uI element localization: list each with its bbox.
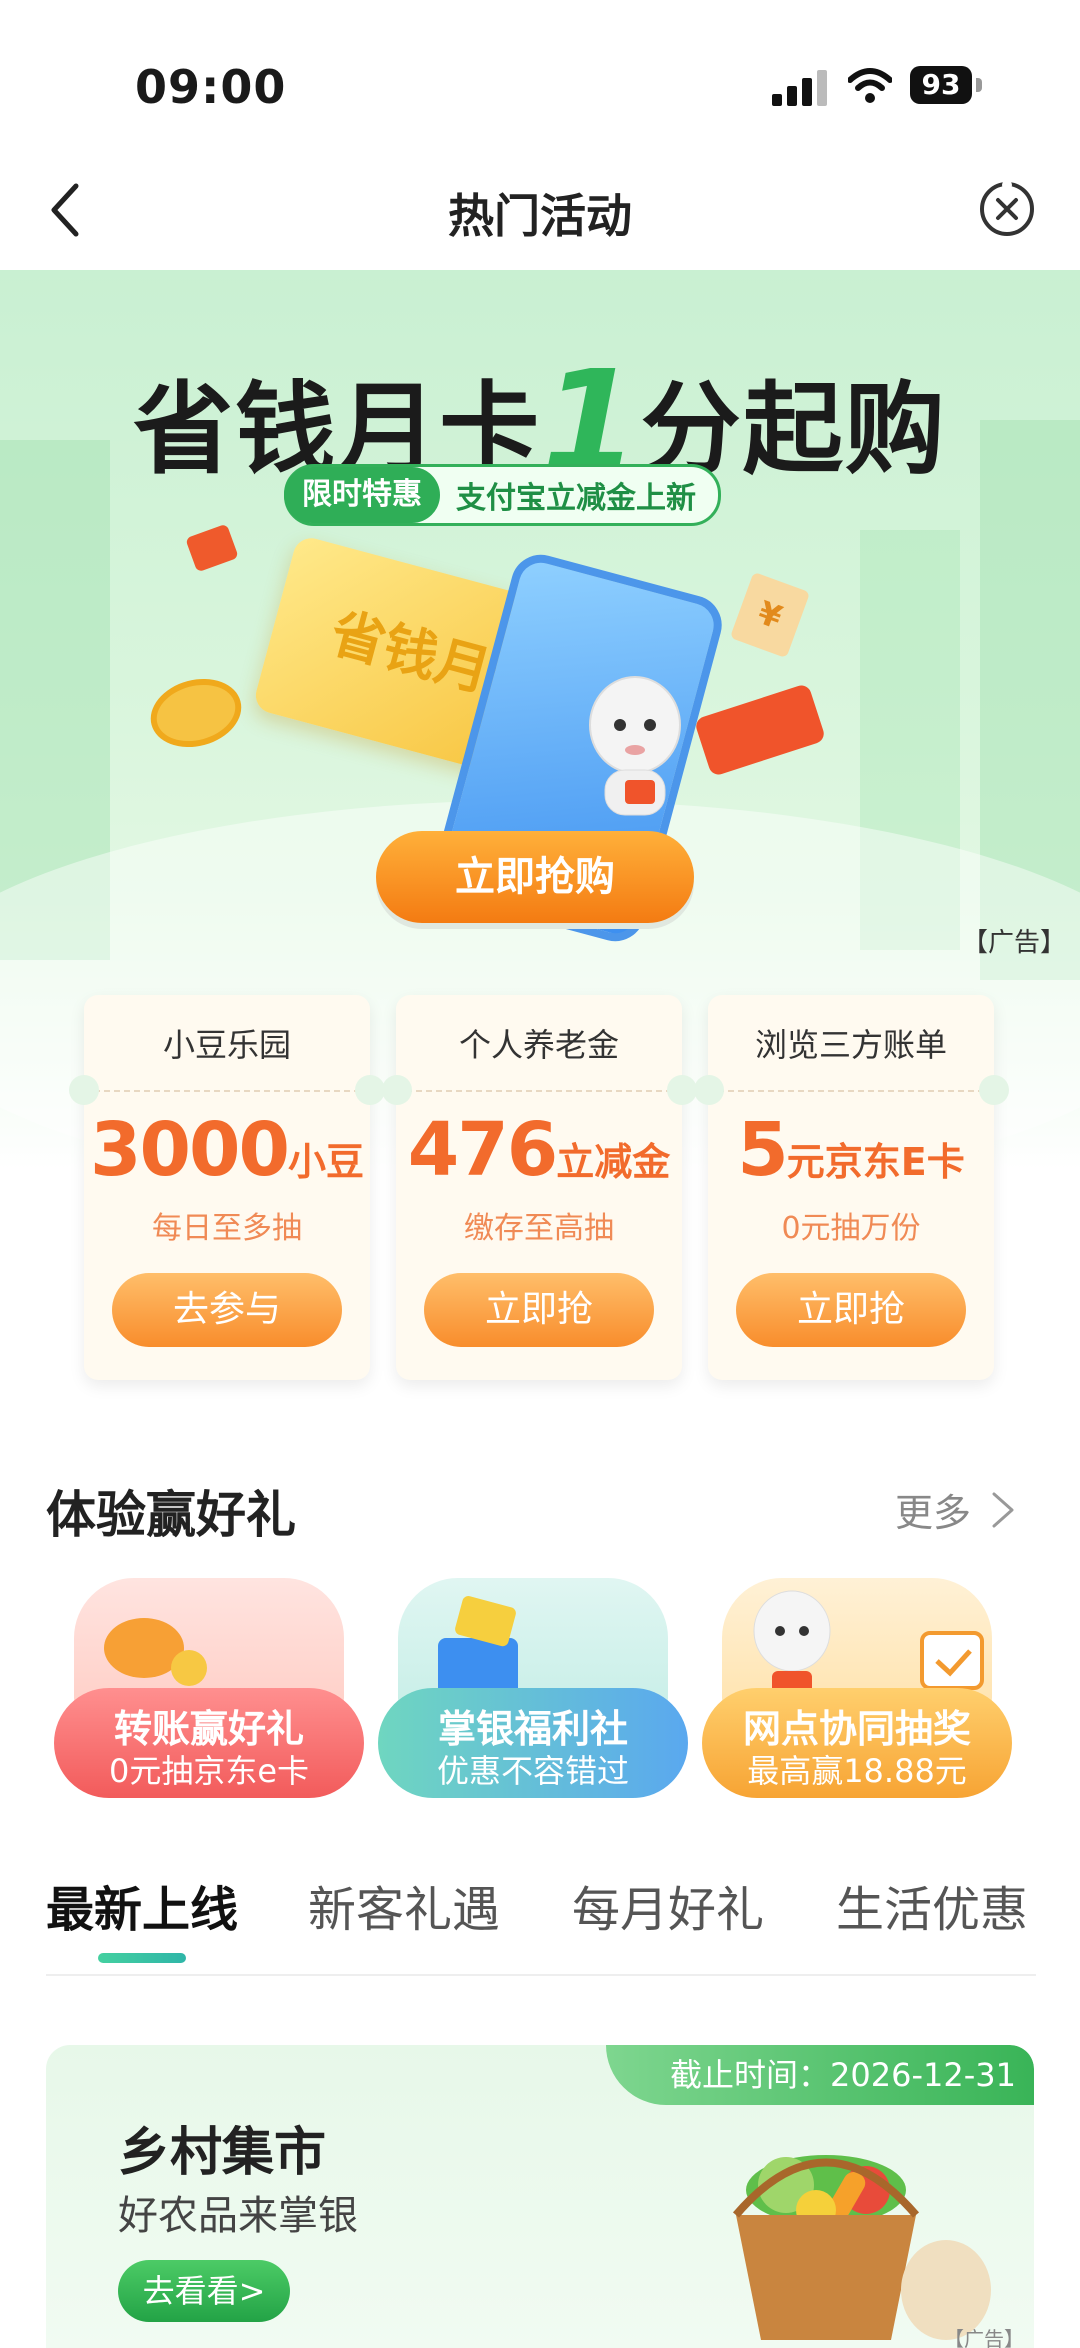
gift-title: 掌银福利社 <box>437 1707 628 1751</box>
card-value-number: 3000 <box>90 1107 290 1193</box>
gift-subtitle: 最高赢18.88元 <box>747 1752 967 1790</box>
gift-tile[interactable]: 掌银福利社 优惠不容错过 <box>378 1578 688 1800</box>
grab-button[interactable]: 立即抢 <box>424 1273 654 1347</box>
tab-life[interactable]: 生活优惠 <box>836 1870 1028 1940</box>
card-notch <box>382 1075 412 1105</box>
category-tabs: 最新上线 新客礼遇 每月好礼 生活优惠 <box>46 1870 1036 1963</box>
gift-title: 转账赢好礼 <box>113 1707 304 1751</box>
nav-bar: 热门活动 <box>0 150 1080 270</box>
status-bar: 09:00 93 <box>0 0 1080 150</box>
hero-tag: 限时特惠 支付宝立减金上新 <box>284 464 721 526</box>
card-value: 5元京东E卡 <box>708 1107 994 1193</box>
card-notch <box>355 1075 385 1105</box>
card-value-unit: 立减金 <box>556 1140 671 1184</box>
red-envelope-icon <box>185 523 239 573</box>
buy-now-button[interactable]: 立即抢购 <box>376 831 694 923</box>
tab-new-customer[interactable]: 新客礼遇 <box>308 1870 500 1940</box>
cellular-signal-icon <box>772 70 827 106</box>
section-title: 体验赢好礼 <box>46 1486 296 1544</box>
card-value-unit: 小豆 <box>287 1140 364 1184</box>
tab-monthly[interactable]: 每月好礼 <box>572 1870 764 1940</box>
promo-card[interactable]: 小豆乐园 3000小豆 每日至多抽 去参与 <box>84 995 370 1380</box>
coin-icon <box>143 669 249 757</box>
card-value-number: 5 <box>737 1107 788 1193</box>
mascot-icon <box>589 676 681 816</box>
participate-button[interactable]: 去参与 <box>112 1273 342 1347</box>
battery-icon: 93 <box>910 66 972 104</box>
feature-subtitle: 好农品来掌银 <box>118 2193 358 2239</box>
feature-title: 乡村集市 <box>118 2123 327 2183</box>
tag-chip: 限时特惠 <box>284 467 440 523</box>
yen-coupon-icon: ¥ <box>729 571 811 659</box>
more-link[interactable]: 更多 <box>895 1482 971 1537</box>
promo-cards: 小豆乐园 3000小豆 每日至多抽 去参与 个人养老金 476立减金 缴存至高抽… <box>69 995 1009 1380</box>
deadline-badge: 截止时间：2026-12-31 <box>606 2045 1034 2105</box>
card-value: 476立减金 <box>396 1107 682 1193</box>
wifi-icon <box>848 68 892 103</box>
grab-button[interactable]: 立即抢 <box>736 1273 966 1347</box>
megaphone-icon <box>104 1618 207 1686</box>
promo-card[interactable]: 浏览三方账单 5元京东E卡 0元抽万份 立即抢 <box>708 995 994 1380</box>
divider <box>46 1974 1036 1976</box>
gift-subtitle: 优惠不容错过 <box>436 1752 629 1790</box>
card-title: 小豆乐园 <box>84 995 370 1092</box>
card-value-number: 476 <box>407 1107 558 1193</box>
card-subtitle: 0元抽万份 <box>781 1211 921 1246</box>
feature-card[interactable]: 截止时间：2026-12-31 乡村集市 好农品来掌银 去看看> 【广告】 <box>46 2045 1034 2348</box>
tab-latest[interactable]: 最新上线 <box>46 1870 238 1940</box>
gift-subtitle: 0元抽京东e卡 <box>108 1752 310 1790</box>
card-notch <box>69 1075 99 1105</box>
card-notch <box>694 1075 724 1105</box>
chevron-right-icon[interactable] <box>990 1490 1016 1530</box>
page-title: 热门活动 <box>448 189 632 243</box>
card-notch <box>979 1075 1009 1105</box>
view-button[interactable]: 去看看> <box>118 2260 290 2322</box>
mascot-icon <box>753 1590 831 1699</box>
card-box-icon <box>438 1596 518 1698</box>
card-subtitle: 每日至多抽 <box>152 1211 302 1246</box>
ad-label: 【广告】 <box>944 2327 1024 2348</box>
close-icon[interactable] <box>978 180 1036 238</box>
card-notch <box>667 1075 697 1105</box>
battery-tip <box>976 78 982 92</box>
card-value: 3000小豆 <box>84 1107 370 1193</box>
card-subtitle: 缴存至高抽 <box>464 1211 614 1246</box>
card-title: 浏览三方账单 <box>708 995 994 1092</box>
vegetable-basket-icon <box>732 2155 991 2340</box>
card-value-unit: 元京东E卡 <box>786 1140 965 1184</box>
gift-title: 网点协同抽奖 <box>742 1707 971 1751</box>
status-time: 09:00 <box>135 60 287 114</box>
tag-text: 支付宝立减金上新 <box>456 481 696 516</box>
ad-label: 【广告】 <box>962 928 1067 958</box>
red-envelope-icon <box>693 682 827 778</box>
gift-tile[interactable]: 转账赢好礼 0元抽京东e卡 <box>54 1578 364 1800</box>
card-title: 个人养老金 <box>396 995 682 1092</box>
gift-tile[interactable]: 网点协同抽奖 最高赢18.88元 <box>702 1578 1012 1800</box>
tab-indicator <box>98 1953 186 1963</box>
promo-card[interactable]: 个人养老金 476立减金 缴存至高抽 立即抢 <box>396 995 682 1380</box>
